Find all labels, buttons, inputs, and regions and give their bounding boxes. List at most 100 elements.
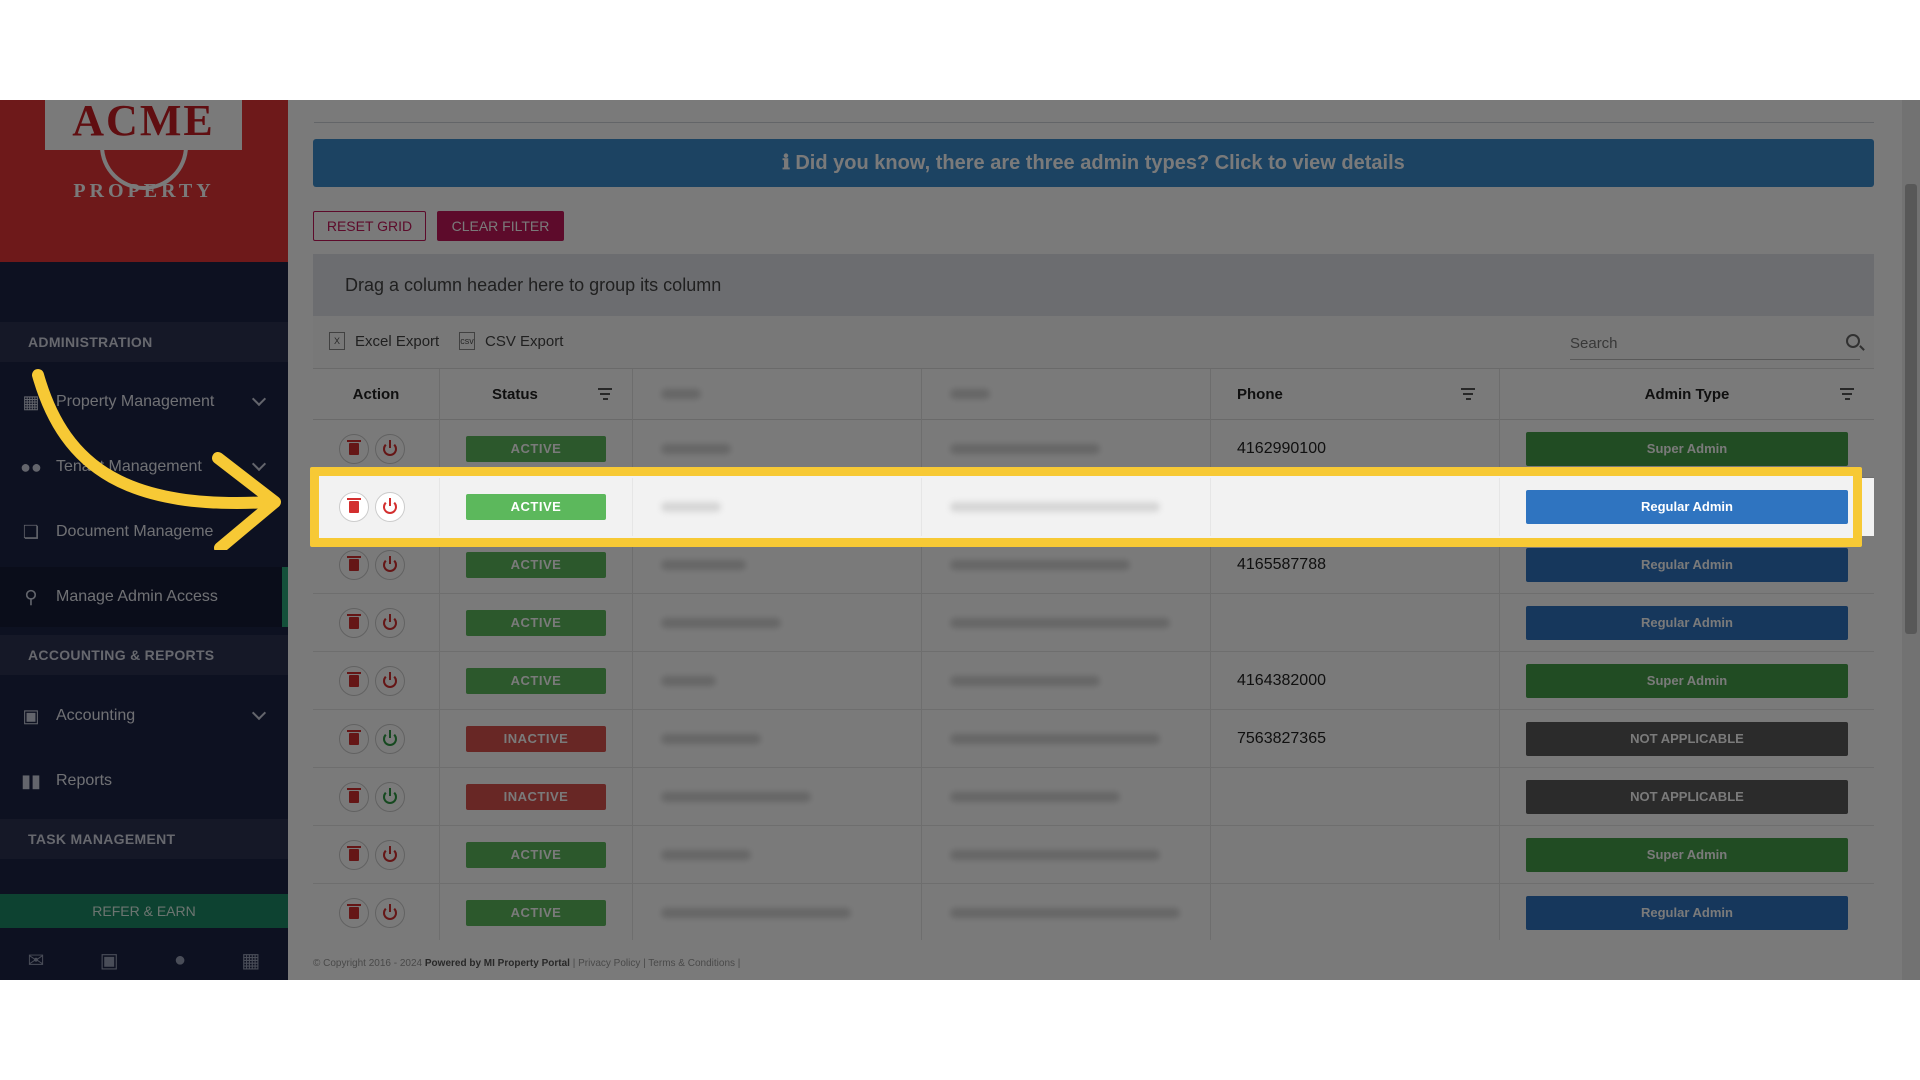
- user-icon[interactable]: ●: [174, 949, 186, 972]
- grid-toolbar: X Excel Export csv CSV Export: [313, 316, 1874, 368]
- table-row[interactable]: ACTIVE 4164382000 Super Admin: [313, 652, 1874, 710]
- toggle-status-button[interactable]: [375, 434, 405, 464]
- admin-type-cell: Regular Admin: [1500, 594, 1874, 652]
- search-icon[interactable]: [1846, 334, 1860, 348]
- footer-links[interactable]: | Privacy Policy | Terms & Conditions |: [573, 958, 741, 969]
- toggle-status-button[interactable]: [375, 724, 405, 754]
- delete-button[interactable]: [339, 782, 369, 812]
- table-row[interactable]: ACTIVE Super Admin: [313, 826, 1874, 884]
- admin-type-badge[interactable]: Regular Admin: [1526, 896, 1848, 930]
- power-icon: [383, 846, 397, 862]
- phone-cell: 4164382000: [1211, 652, 1500, 710]
- email-cell: [922, 826, 1211, 884]
- briefcase-icon[interactable]: ▣: [100, 948, 119, 973]
- column-header-action[interactable]: Action: [313, 369, 440, 421]
- search-input[interactable]: [1570, 328, 1820, 358]
- toggle-status-button[interactable]: [375, 840, 405, 870]
- phone-cell: [1211, 884, 1500, 940]
- status-badge: ACTIVE: [466, 900, 606, 926]
- table-row[interactable]: ACTIVE Regular Admin: [313, 884, 1874, 940]
- divider: [314, 122, 1874, 123]
- toggle-status-button[interactable]: [375, 550, 405, 580]
- delete-button[interactable]: [339, 434, 369, 464]
- column-header-status[interactable]: Status: [440, 369, 633, 421]
- csv-export-button[interactable]: csv CSV Export: [459, 332, 563, 350]
- refer-earn-button[interactable]: REFER & EARN: [0, 894, 288, 928]
- admin-type-badge[interactable]: Regular Admin: [1526, 606, 1848, 640]
- blurred-email: [950, 792, 1120, 802]
- column-header-email[interactable]: [922, 369, 1211, 421]
- action-cell: [313, 768, 440, 826]
- admin-type-badge[interactable]: NOT APPLICABLE: [1526, 722, 1848, 756]
- toggle-status-button[interactable]: [375, 782, 405, 812]
- admin-type-badge[interactable]: Regular Admin: [1526, 548, 1848, 582]
- table-row[interactable]: ACTIVE Regular Admin: [313, 594, 1874, 652]
- toggle-status-button[interactable]: [375, 666, 405, 696]
- mail-icon[interactable]: ✉: [28, 948, 45, 973]
- column-header-name[interactable]: [633, 369, 922, 421]
- footer: © Copyright 2016 - 2024 Powered by MI Pr…: [313, 958, 740, 969]
- admin-type-badge[interactable]: Super Admin: [1526, 838, 1848, 872]
- delete-button[interactable]: [339, 550, 369, 580]
- status-cell: INACTIVE: [440, 710, 633, 768]
- name-cell: [633, 710, 922, 768]
- admin-type-badge[interactable]: NOT APPLICABLE: [1526, 780, 1848, 814]
- logo[interactable]: ACME PROPERTY: [0, 100, 288, 262]
- sidebar-item-manage-admin-access[interactable]: ⚲ Manage Admin Access: [0, 567, 288, 627]
- blurred-email: [950, 734, 1160, 744]
- column-header-label: Action: [352, 386, 400, 403]
- group-by-drop-area[interactable]: Drag a column header here to group its c…: [313, 254, 1874, 316]
- filter-icon[interactable]: [1461, 388, 1475, 400]
- table-row[interactable]: INACTIVE NOT APPLICABLE: [313, 768, 1874, 826]
- bar-chart-icon: ▮▮: [21, 770, 41, 791]
- blurred-email: [950, 444, 1100, 454]
- trash-icon: [347, 614, 361, 629]
- calculator-icon[interactable]: ▦: [241, 948, 260, 973]
- action-cell: [313, 884, 440, 940]
- blurred-name: [661, 560, 746, 570]
- sidebar-item-reports[interactable]: ▮▮ Reports: [0, 751, 288, 811]
- status-badge: ACTIVE: [466, 668, 606, 694]
- blurred-header: [950, 389, 990, 399]
- action-cell: [313, 710, 440, 768]
- admin-type-cell: Regular Admin: [1500, 884, 1874, 940]
- column-header-phone[interactable]: Phone: [1211, 369, 1500, 421]
- chevron-down-icon: [251, 705, 267, 721]
- status-cell: ACTIVE: [440, 594, 633, 652]
- delete-button[interactable]: [339, 666, 369, 696]
- page-scrollbar[interactable]: [1902, 100, 1920, 980]
- trash-icon: [347, 672, 361, 687]
- blurred-email: [950, 908, 1180, 918]
- filter-icon[interactable]: [1840, 388, 1854, 400]
- email-cell: [922, 594, 1211, 652]
- excel-export-button[interactable]: X Excel Export: [329, 332, 439, 350]
- scrollbar-thumb[interactable]: [1905, 184, 1917, 634]
- filter-icon[interactable]: [598, 388, 612, 400]
- sidebar-item-accounting[interactable]: ▣ Accounting: [0, 686, 288, 746]
- phone-value: 4164382000: [1237, 672, 1326, 689]
- table-row[interactable]: INACTIVE 7563827365 NOT APPLICABLE: [313, 710, 1874, 768]
- action-cell: [313, 652, 440, 710]
- column-header-admin-type[interactable]: Admin Type: [1500, 369, 1874, 421]
- status-cell: INACTIVE: [440, 768, 633, 826]
- admin-type-badge[interactable]: Super Admin: [1526, 664, 1848, 698]
- reset-grid-button[interactable]: RESET GRID: [313, 211, 426, 241]
- blurred-name: [661, 618, 781, 628]
- column-header-label: Status: [492, 386, 538, 403]
- csv-icon: csv: [459, 332, 475, 350]
- delete-button[interactable]: [339, 898, 369, 928]
- power-icon: [383, 556, 397, 572]
- clear-filter-button[interactable]: CLEAR FILTER: [437, 211, 564, 241]
- blurred-header: [661, 389, 701, 399]
- footer-powered[interactable]: Powered by MI Property Portal: [425, 958, 570, 969]
- delete-button[interactable]: [339, 724, 369, 754]
- name-cell: [633, 594, 922, 652]
- delete-button[interactable]: [339, 840, 369, 870]
- toggle-status-button[interactable]: [375, 608, 405, 638]
- toggle-status-button[interactable]: [375, 898, 405, 928]
- delete-button[interactable]: [339, 608, 369, 638]
- excel-export-label: Excel Export: [355, 332, 440, 350]
- admin-type-badge[interactable]: Super Admin: [1526, 432, 1848, 466]
- sidebar-item-label: Manage Admin Access: [56, 588, 218, 605]
- admin-types-banner[interactable]: ℹ Did you know, there are three admin ty…: [313, 139, 1874, 187]
